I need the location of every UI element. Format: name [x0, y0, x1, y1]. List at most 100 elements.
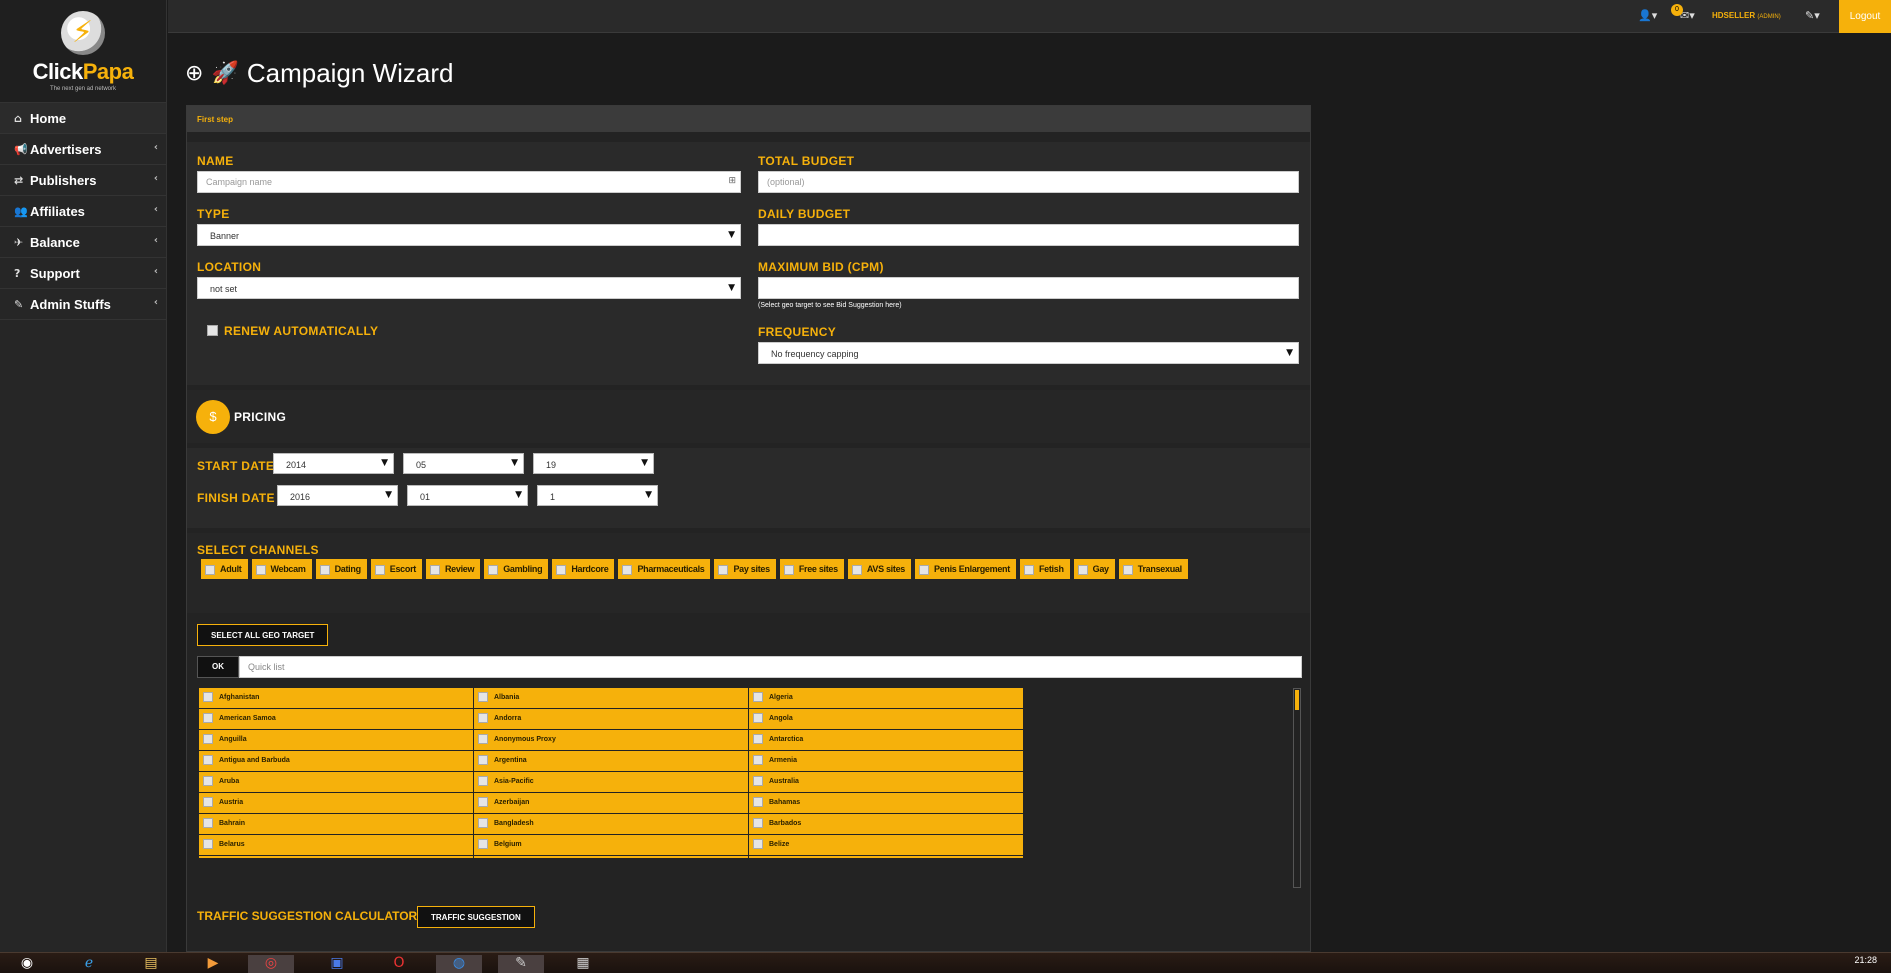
type-select[interactable]: Banner — [197, 224, 741, 246]
start-year-select[interactable]: 2014 — [273, 453, 394, 474]
ie-icon[interactable]: ℯ — [66, 955, 112, 973]
channel-checkbox[interactable] — [1077, 564, 1088, 575]
channel-checkbox[interactable] — [374, 564, 385, 575]
channel-checkbox[interactable] — [556, 564, 567, 575]
sidebar-item-support[interactable]: ? Support ‹ — [0, 258, 166, 289]
country-item[interactable]: Algeria — [749, 688, 1023, 708]
channel-checkbox[interactable] — [429, 564, 440, 575]
channel-fetish[interactable]: Fetish — [1019, 559, 1070, 579]
country-item[interactable]: Anonymous Proxy — [474, 730, 748, 750]
campaign-name-input[interactable]: Campaign name ⊞ — [197, 171, 741, 193]
channel-escort[interactable]: Escort — [370, 559, 422, 579]
channel-review[interactable]: Review — [425, 559, 481, 579]
finish-month-select[interactable]: 01 — [407, 485, 528, 506]
country-item[interactable]: Bahamas — [749, 793, 1023, 813]
country-item[interactable]: Argentina — [474, 751, 748, 771]
opera-icon[interactable]: O — [376, 955, 422, 973]
country-checkbox[interactable] — [478, 713, 488, 724]
country-item[interactable]: Bhutan — [749, 856, 1023, 858]
location-select[interactable]: not set — [197, 277, 741, 299]
total-budget-input[interactable]: (optional) — [758, 171, 1299, 193]
finish-year-select[interactable]: 2016 — [277, 485, 398, 506]
sidebar-item-admin-stuffs[interactable]: ✎ Admin Stuffs ‹ — [0, 289, 166, 320]
paint-icon[interactable]: ✎ — [498, 955, 544, 973]
country-checkbox[interactable] — [478, 755, 488, 766]
country-checkbox[interactable] — [753, 839, 763, 850]
country-item[interactable]: Anguilla — [199, 730, 473, 750]
channel-hardcore[interactable]: Hardcore — [552, 559, 615, 579]
country-item[interactable]: Belgium — [474, 835, 748, 855]
channel-free-sites[interactable]: Free sites — [779, 559, 844, 579]
channel-checkbox[interactable] — [718, 564, 729, 575]
country-checkbox[interactable] — [753, 713, 763, 724]
channel-pharmaceuticals[interactable]: Pharmaceuticals — [618, 559, 711, 579]
sidebar-item-publishers[interactable]: ⇄ Publishers ‹ — [0, 165, 166, 196]
channel-checkbox[interactable] — [919, 564, 929, 575]
country-checkbox[interactable] — [203, 797, 213, 808]
country-checkbox[interactable] — [478, 839, 488, 850]
country-checkbox[interactable] — [753, 734, 763, 745]
channel-checkbox[interactable] — [1023, 564, 1034, 575]
chrome-icon[interactable]: ◎ — [248, 955, 294, 973]
country-checkbox[interactable] — [753, 818, 763, 829]
channel-gambling[interactable]: Gambling — [484, 559, 549, 579]
country-item[interactable]: Armenia — [749, 751, 1023, 771]
country-item[interactable]: Bangladesh — [474, 814, 748, 834]
country-checkbox[interactable] — [478, 776, 488, 787]
channel-checkbox[interactable] — [783, 564, 794, 575]
country-checkbox[interactable] — [478, 818, 488, 829]
sidebar-item-advertisers[interactable]: 📢 Advertisers ‹ — [0, 134, 166, 165]
channel-gay[interactable]: Gay — [1073, 559, 1115, 579]
channel-checkbox[interactable] — [488, 564, 499, 575]
folder-icon[interactable]: ▤ — [128, 955, 174, 973]
channel-transexual[interactable]: Transexual — [1118, 559, 1188, 579]
channel-checkbox[interactable] — [319, 564, 330, 575]
country-item[interactable]: American Samoa — [199, 709, 473, 729]
max-bid-input[interactable] — [758, 277, 1299, 299]
media-player-icon[interactable]: ▶ — [190, 955, 236, 973]
country-checkbox[interactable] — [478, 797, 488, 808]
country-checkbox[interactable] — [203, 776, 213, 787]
film-icon[interactable]: ▦ — [560, 955, 606, 973]
country-item[interactable]: Belize — [749, 835, 1023, 855]
country-checkbox[interactable] — [753, 776, 763, 787]
country-item[interactable]: Bahrain — [199, 814, 473, 834]
frequency-select[interactable]: No frequency capping — [758, 342, 1299, 364]
country-checkbox[interactable] — [753, 692, 763, 703]
daily-budget-input[interactable] — [758, 224, 1299, 246]
channel-checkbox[interactable] — [205, 564, 215, 575]
logout-button[interactable]: Logout — [1839, 0, 1891, 33]
start-day-select[interactable]: 19 — [533, 453, 654, 474]
user-name[interactable]: HDSELLER (ADMIN) — [1712, 11, 1781, 20]
ok-button[interactable]: OK — [197, 656, 239, 678]
start-month-select[interactable]: 05 — [403, 453, 524, 474]
country-item[interactable]: Albania — [474, 688, 748, 708]
app-icon[interactable]: ◍ — [436, 955, 482, 973]
channel-checkbox[interactable] — [851, 564, 862, 575]
channel-checkbox[interactable] — [1122, 564, 1133, 575]
channel-pay-sites[interactable]: Pay sites — [714, 559, 776, 579]
country-item[interactable]: Afghanistan — [199, 688, 473, 708]
renew-checkbox[interactable] — [207, 325, 218, 336]
country-item[interactable]: Barbados — [749, 814, 1023, 834]
country-item[interactable]: Azerbaijan — [474, 793, 748, 813]
tools-icon[interactable]: ✎▾ — [1805, 9, 1820, 22]
country-checkbox[interactable] — [203, 734, 213, 745]
channel-penis-enlargement[interactable]: Penis Enlargement — [915, 559, 1016, 579]
scrollbar-thumb[interactable] — [1295, 690, 1299, 710]
country-item[interactable]: Asia-Pacific — [474, 772, 748, 792]
channel-avs-sites[interactable]: AVS sites — [847, 559, 911, 579]
channel-dating[interactable]: Dating — [315, 559, 367, 579]
select-all-geo-button[interactable]: SELECT ALL GEO TARGET — [197, 624, 329, 646]
country-checkbox[interactable] — [203, 755, 213, 766]
country-item[interactable]: Aruba — [199, 772, 473, 792]
sidebar-item-balance[interactable]: ✈ Balance ‹ — [0, 227, 166, 258]
sidebar-item-home[interactable]: ⌂ Home — [0, 103, 166, 134]
country-checkbox[interactable] — [753, 797, 763, 808]
country-scrollbar[interactable] — [1293, 688, 1301, 888]
channel-checkbox[interactable] — [622, 564, 633, 575]
finish-day-select[interactable]: 1 — [537, 485, 658, 506]
country-item[interactable]: Austria — [199, 793, 473, 813]
country-item[interactable]: Antarctica — [749, 730, 1023, 750]
sidebar-item-affiliates[interactable]: 👥 Affiliates ‹ — [0, 196, 166, 227]
